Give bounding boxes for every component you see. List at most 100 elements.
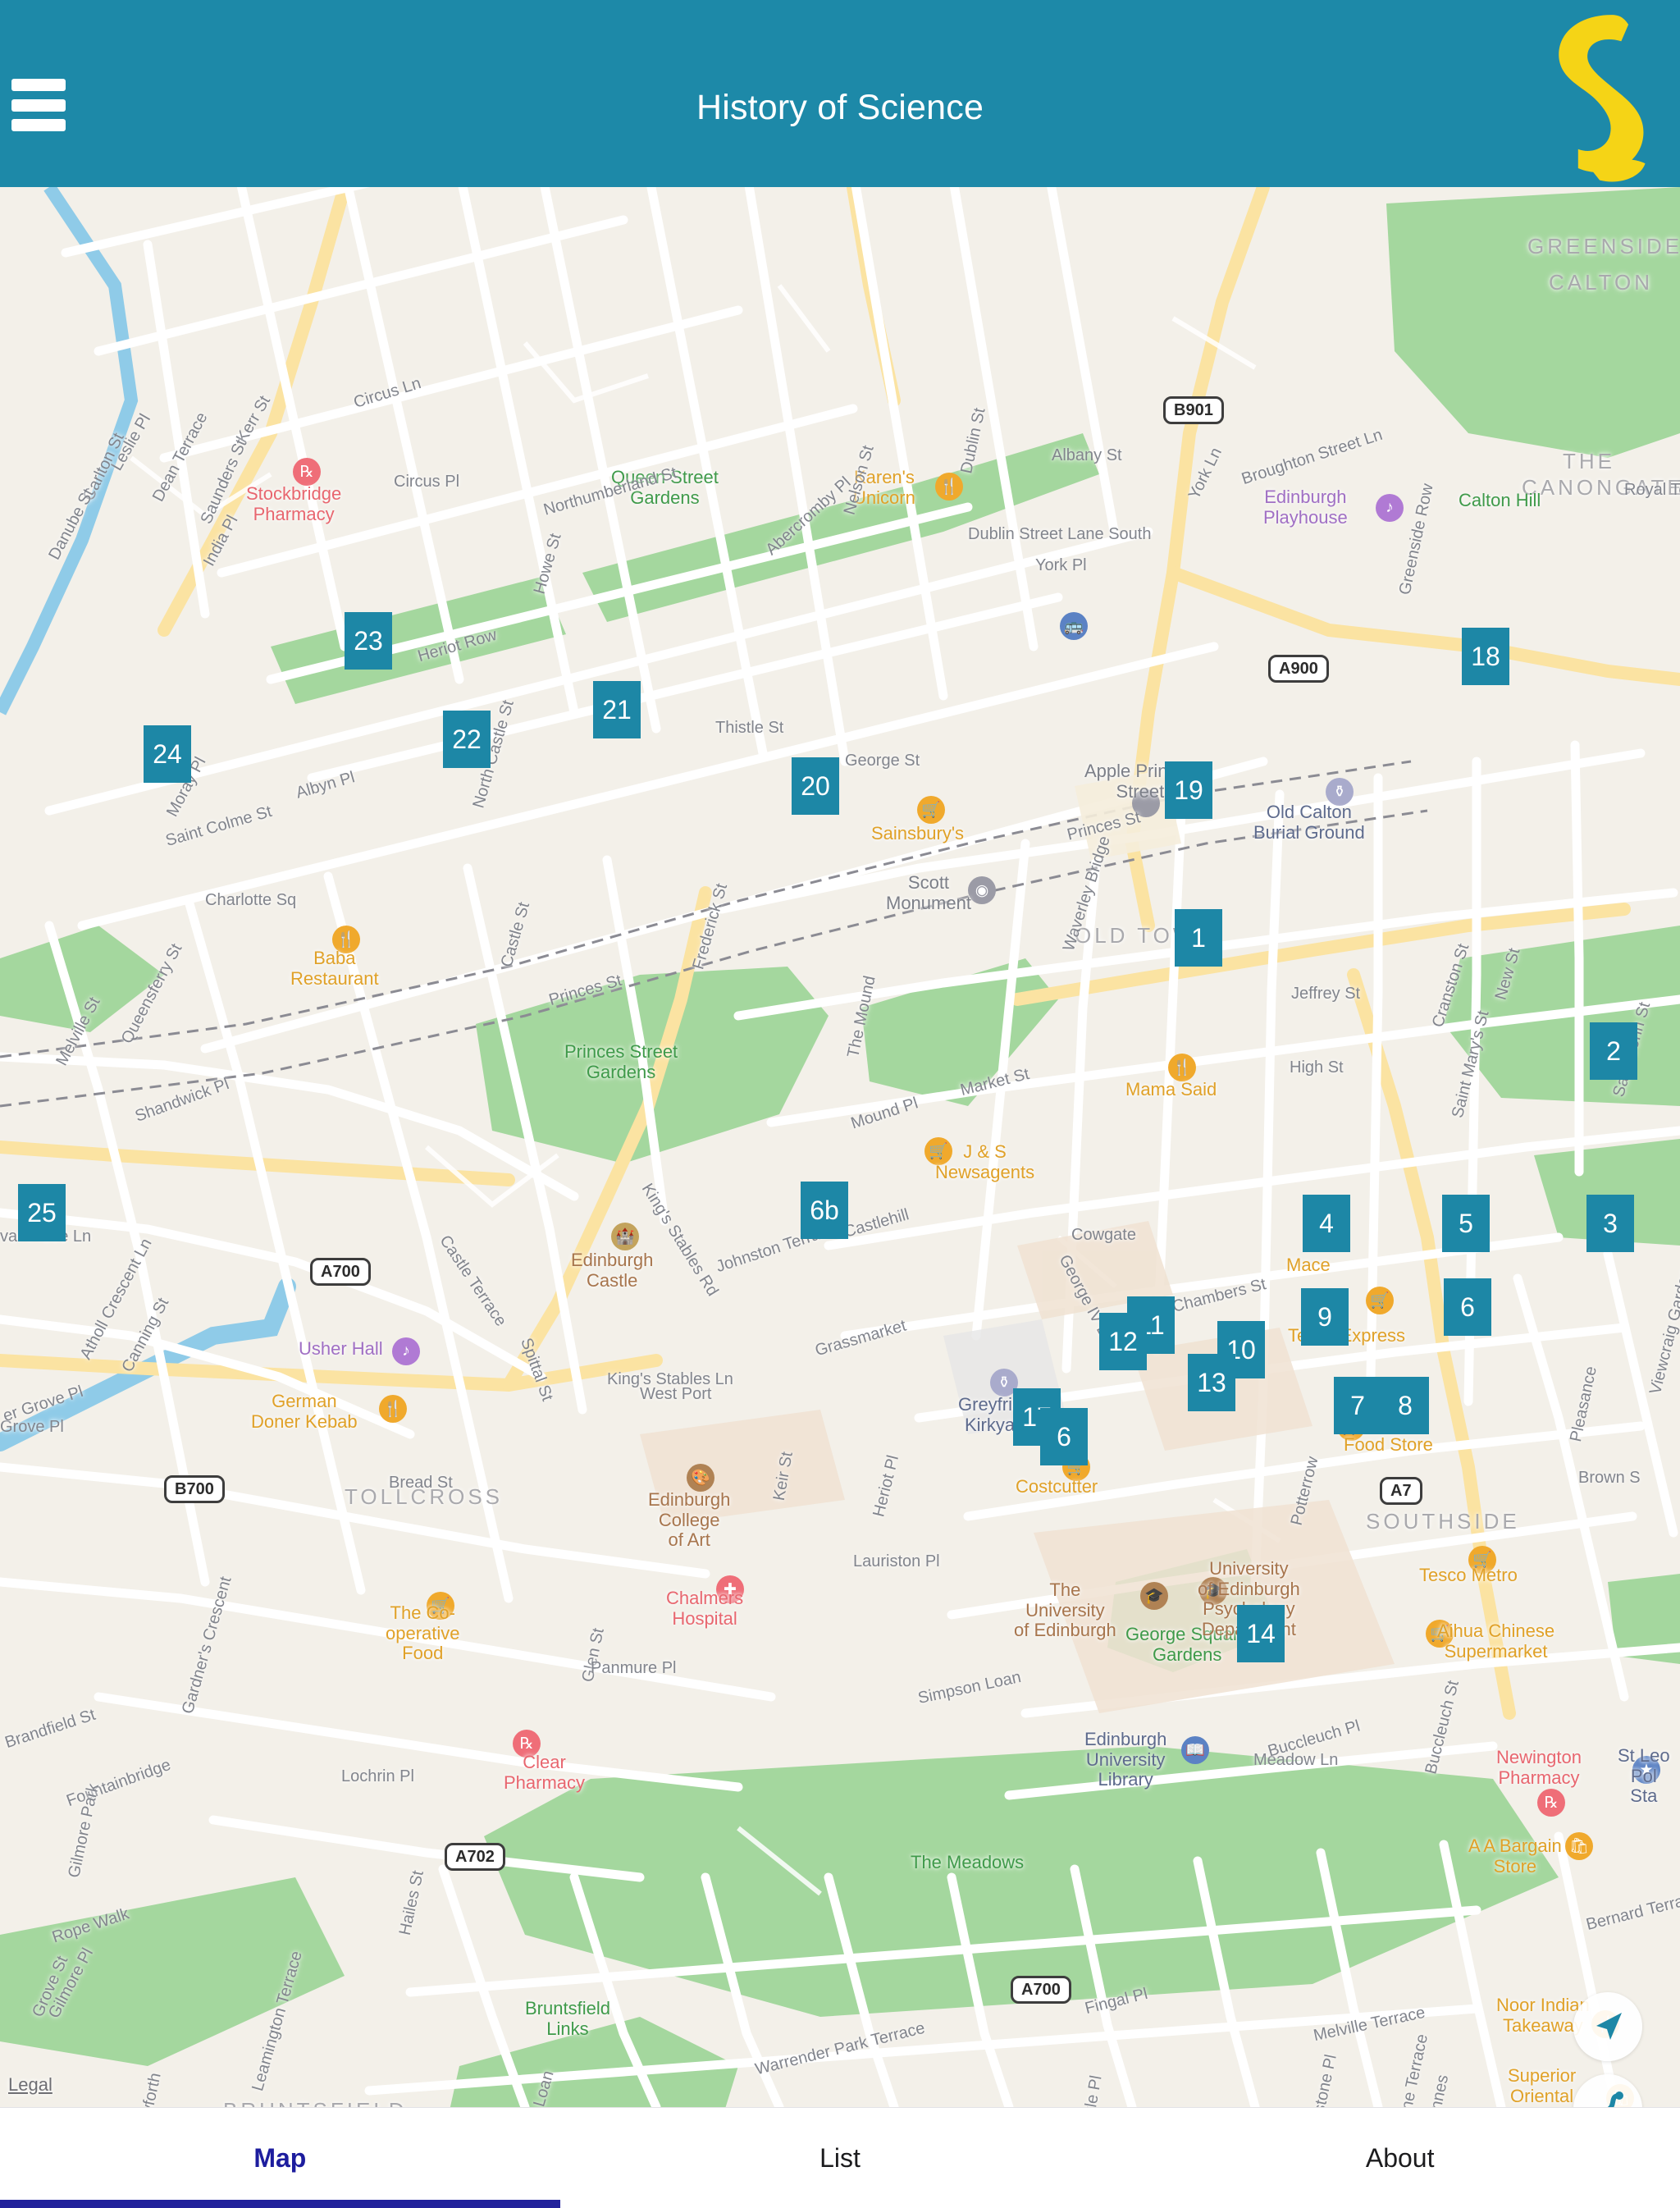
- map-marker-6b[interactable]: 6: [1040, 1408, 1088, 1465]
- map-poi-label: Edinburgh University Library: [1084, 1729, 1167, 1790]
- map-road-label: High St: [1290, 1058, 1344, 1077]
- map-marker-5[interactable]: 5: [1442, 1195, 1490, 1252]
- map-road-label: Lauriston Pl: [853, 1552, 940, 1570]
- pharmacy-icon: ℞: [293, 458, 321, 486]
- map-marker-6[interactable]: 6: [1444, 1278, 1491, 1336]
- marker-label: 6b: [810, 1195, 839, 1225]
- marker-label: 24: [153, 738, 182, 769]
- map-legal-link[interactable]: Legal: [8, 2074, 52, 2096]
- road-shield: A7: [1380, 1477, 1422, 1506]
- library-icon: 📖: [1181, 1736, 1209, 1764]
- map-road-label: Albany St: [1052, 446, 1122, 464]
- marker-label: 12: [1108, 1326, 1138, 1356]
- map-poi-label: Baba Restaurant: [290, 948, 379, 989]
- map-road-label: Charlotte Sq: [205, 891, 297, 909]
- marker-label: 22: [452, 724, 482, 754]
- map-marker-1[interactable]: 1: [1175, 909, 1222, 967]
- map-marker-12[interactable]: 12: [1099, 1313, 1147, 1370]
- map-marker-20[interactable]: 19: [1165, 761, 1212, 819]
- monument-icon: ◉: [968, 876, 996, 904]
- map-poi-label: Scott Monument: [886, 872, 971, 913]
- map-road-label: George St: [845, 752, 920, 770]
- map-marker-23[interactable]: 22: [443, 711, 491, 768]
- map-poi-label: A A Bargain Store: [1468, 1835, 1562, 1877]
- theatre-icon: ♪: [1376, 494, 1404, 522]
- supermarket-icon: 🛒: [1366, 1287, 1394, 1314]
- map-poi-label: J & S Newsagents: [935, 1141, 1035, 1182]
- map-view[interactable]: GREENSIDE CALTON THE CANONGATE OLD TOWN …: [0, 187, 1680, 2107]
- map-road-label: Brown S: [1578, 1469, 1641, 1487]
- map-park-label: Bruntsfield Links: [525, 1998, 610, 2039]
- tab-list[interactable]: List: [560, 2108, 1121, 2208]
- map-road-label: Bread St: [389, 1474, 453, 1492]
- map-marker-3[interactable]: 3: [1586, 1195, 1634, 1252]
- marker-label: 25: [27, 1197, 57, 1227]
- road-shield: A700: [1011, 1976, 1071, 2005]
- marker-label: 6: [1057, 1421, 1071, 1451]
- map-area-label: SOUTHSIDE: [1366, 1509, 1520, 1534]
- marker-label: 9: [1317, 1301, 1332, 1332]
- restaurant-icon: 🍴: [1168, 1054, 1196, 1081]
- marker-label: 2: [1606, 1035, 1621, 1066]
- map-poi-label: Sainsbury's: [871, 823, 965, 843]
- map-marker-18[interactable]: 6b: [801, 1182, 848, 1239]
- map-poi-label: Clear Pharmacy: [504, 1752, 586, 1793]
- map-poi-label: Superior Oriental: [1508, 2065, 1577, 2106]
- map-marker-21[interactable]: 20: [792, 757, 839, 815]
- map-poi-label: Edinburgh Castle: [571, 1250, 654, 1291]
- marker-label: 1: [1191, 922, 1206, 953]
- music-icon: ♪: [392, 1337, 420, 1365]
- map-road-label: Cowgate: [1071, 1226, 1136, 1244]
- bottom-tab-bar: Map List About: [0, 2107, 1680, 2208]
- art-college-icon: 🎨: [687, 1464, 714, 1492]
- bus-station-icon: 🚌: [1060, 612, 1088, 640]
- map-road-label: Royal Te: [1624, 481, 1680, 499]
- curved-route-icon: [1607, 2091, 1623, 2107]
- road-shield: A900: [1268, 655, 1329, 683]
- map-park-label: Princes Street Gardens: [564, 1041, 678, 1082]
- marker-label: 13: [1197, 1367, 1226, 1397]
- restaurant-icon: 🍴: [379, 1395, 407, 1423]
- tab-label: Map: [253, 2142, 307, 2173]
- map-marker-7-8[interactable]: 7 8: [1334, 1377, 1429, 1434]
- map-poi-label: Chalmers Hospital: [666, 1588, 744, 1629]
- marker-label: 7: [1350, 1390, 1365, 1420]
- map-poi-label: Edinburgh Playhouse: [1263, 487, 1348, 528]
- marker-label: 14: [1246, 1618, 1276, 1648]
- map-marker-24[interactable]: 23: [345, 612, 392, 670]
- map-marker-19[interactable]: 18: [1462, 628, 1509, 685]
- map-poi-label: Usher Hall: [299, 1338, 383, 1359]
- map-marker-9[interactable]: 9: [1301, 1288, 1349, 1346]
- tab-map[interactable]: Map: [0, 2108, 560, 2208]
- map-area-label: CALTON: [1549, 270, 1654, 295]
- map-area-label: GREENSIDE: [1527, 234, 1680, 258]
- map-poi-label: Old Calton Burial Ground: [1253, 802, 1365, 843]
- map-poi-label: St Leo Pol Sta: [1618, 1745, 1670, 1807]
- map-marker-4[interactable]: 4: [1303, 1195, 1350, 1252]
- marker-label: 5: [1459, 1208, 1473, 1238]
- locate-me-button[interactable]: [1573, 1992, 1642, 2061]
- map-marker-2[interactable]: 2: [1590, 1022, 1637, 1080]
- map-marker-26[interactable]: 25: [18, 1184, 66, 1241]
- marker-label: 19: [1174, 775, 1203, 805]
- map-screen: History of Science GREENSIDE CALTON THE …: [0, 0, 1680, 2208]
- map-marker-25[interactable]: 24: [144, 725, 191, 783]
- map-poi-label: Edinburgh College of Art: [648, 1489, 731, 1551]
- map-poi-label: Mama Said: [1125, 1079, 1217, 1099]
- road-shield: A702: [445, 1843, 505, 1872]
- tab-about[interactable]: About: [1120, 2108, 1680, 2208]
- navigation-arrow-icon: [1596, 2013, 1622, 2040]
- map-marker-22[interactable]: 21: [593, 681, 641, 738]
- marker-label: 20: [801, 770, 830, 801]
- tab-label: List: [819, 2142, 861, 2173]
- restaurant-icon: 🍴: [935, 473, 963, 501]
- marker-label: 21: [602, 694, 632, 725]
- pharmacy-icon: ℞: [1537, 1789, 1565, 1817]
- map-road-label: Thistle St: [715, 719, 784, 737]
- app-logo-yellow: [1542, 3, 1662, 187]
- map-poi-label: German Doner Kebab: [251, 1391, 358, 1432]
- map-marker-13[interactable]: 13: [1188, 1354, 1235, 1411]
- map-area-label: BRUNTSFIELD: [223, 2098, 408, 2107]
- map-marker-14[interactable]: 14: [1237, 1605, 1285, 1662]
- page-title: History of Science: [696, 87, 984, 127]
